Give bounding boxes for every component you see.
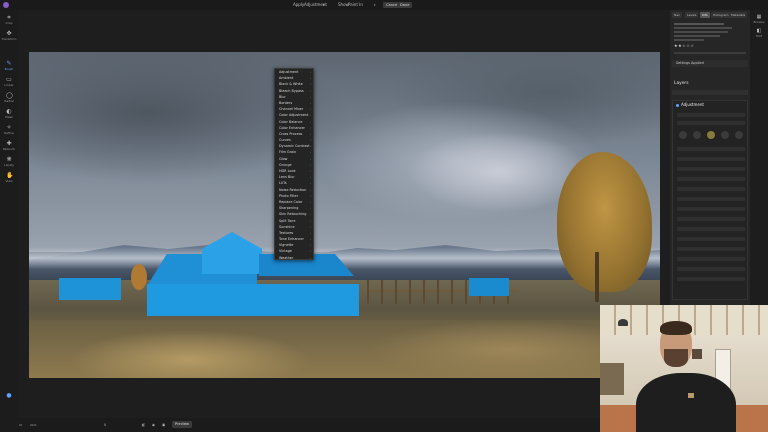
presenter-beard (664, 349, 688, 367)
show-dropdown[interactable]: Paint In (348, 2, 363, 8)
webcam-overlay (600, 305, 768, 432)
zoom-value[interactable]: 0 (104, 422, 106, 428)
dot-icon: ● (6, 392, 12, 399)
slider-row[interactable] (677, 247, 745, 251)
presenter-hair (660, 321, 692, 335)
preset-row[interactable] (677, 121, 745, 125)
barn-gable (202, 232, 262, 274)
mask-view-icon[interactable]: ◧ (142, 422, 145, 428)
tone-icon[interactable] (693, 131, 701, 139)
tab-nav[interactable]: Nav (672, 12, 682, 18)
compare-icon[interactable]: ▭ (19, 422, 22, 428)
layers-title: Layers (674, 81, 689, 86)
tool-brush-size[interactable]: ● (1, 392, 17, 407)
presenter-body (636, 373, 736, 432)
slider-row[interactable] (677, 237, 745, 241)
exif-row (674, 50, 746, 55)
slider-row[interactable] (677, 267, 745, 271)
menu-item[interactable]: Weather › (275, 255, 313, 261)
reset-icon[interactable]: ▣ (162, 422, 165, 428)
shirt-logo (688, 393, 694, 398)
tone-icons (677, 131, 745, 141)
split-view-icon[interactable]: ▭▭ (30, 422, 36, 428)
slider-row[interactable] (677, 217, 745, 221)
chevron-down-icon[interactable]: ▾ (374, 2, 376, 8)
module-browse[interactable]: ▦ Browse (752, 14, 766, 24)
left-toolbar: ⌗ Crop ✥ Transform ✎ Brush ▭ Linear ◯ Ra… (0, 10, 18, 432)
done-button[interactable]: Done (397, 2, 413, 8)
tool-radial[interactable]: ◯ Radial (1, 92, 17, 107)
adjustment-panel: Adjustment (672, 100, 748, 300)
tool-brush[interactable]: ✎ Brush (1, 60, 17, 75)
tool-retouch[interactable]: ✚ Retouch (1, 140, 17, 155)
photo-canvas[interactable] (29, 52, 660, 378)
visibility-dot-icon[interactable] (676, 103, 679, 107)
tab-info[interactable]: Info (700, 12, 710, 18)
webcam-picture-frame (692, 349, 702, 359)
apply-label: Apply (293, 2, 305, 7)
tool-linear[interactable]: ▭ Linear (1, 76, 17, 91)
tree-trunk (595, 252, 599, 302)
slider-row[interactable] (677, 157, 745, 161)
tool-view[interactable]: ✋ View (1, 172, 17, 187)
tool-mask[interactable]: ◐ Mask (1, 108, 17, 123)
tool-transform[interactable]: ✥ Transform (1, 30, 17, 45)
adjustment-filter-menu[interactable]: Adjustment › Ambient › Black & White › Bleach … (274, 68, 314, 260)
info-tabs: Nav Levels Info Histogram Metadata (672, 12, 748, 18)
layer-controls[interactable] (672, 90, 748, 95)
tab-histogram[interactable]: Histogram (711, 12, 731, 18)
slider-row[interactable] (677, 147, 745, 151)
masked-small-barn (59, 278, 121, 300)
tone-icon[interactable] (735, 131, 743, 139)
image-info (674, 22, 744, 41)
top-bar: Apply Adjustment ▾ Show Paint In ▾ Cance… (0, 0, 768, 10)
slider-row[interactable] (677, 177, 745, 181)
overlay-icon[interactable]: ◉ (152, 422, 155, 428)
tone-icon[interactable] (679, 131, 687, 139)
barn-wall (147, 284, 359, 316)
tab-levels[interactable]: Levels (685, 12, 699, 18)
webcam-lamp (618, 319, 628, 326)
slider-row[interactable] (677, 197, 745, 201)
small-tree (131, 264, 147, 290)
settings-applied-section[interactable]: Settings Applied (672, 60, 748, 67)
bottom-bar: ▭ ▭▭ 0 ◧ ◉ ▣ Preview (18, 418, 670, 432)
tool-crop[interactable]: ⌗ Crop (1, 14, 17, 29)
grass-foreground (29, 320, 660, 378)
masked-shed (469, 278, 509, 296)
chevron-right-icon: › (309, 255, 311, 260)
preset-row[interactable] (677, 113, 745, 117)
slider-row[interactable] (677, 277, 745, 281)
slider-row[interactable] (677, 187, 745, 191)
settings-applied-label: Settings Applied (676, 61, 704, 65)
preview-button[interactable]: Preview (172, 421, 192, 428)
autumn-tree (557, 152, 652, 292)
module-edit[interactable]: ◧ Edit (752, 28, 766, 38)
slider-row[interactable] (677, 167, 745, 171)
webcam-shelf (600, 363, 624, 395)
tool-liquify[interactable]: ❋ Liquify (1, 156, 17, 171)
app-logo-icon (3, 2, 9, 8)
adjustment-title[interactable]: Adjustment (676, 102, 704, 108)
tool-refine[interactable]: ✧ Refine (1, 124, 17, 139)
star-rating[interactable]: ★★☆☆☆ (674, 43, 694, 48)
tone-icon[interactable] (707, 131, 715, 139)
slider-row[interactable] (677, 207, 745, 211)
masked-main-barn (147, 232, 359, 316)
tone-icon[interactable] (721, 131, 729, 139)
chevron-down-icon[interactable]: ▾ (323, 2, 325, 8)
slider-row[interactable] (677, 227, 745, 231)
tab-metadata[interactable]: Metadata (729, 12, 748, 18)
slider-row[interactable] (677, 257, 745, 261)
